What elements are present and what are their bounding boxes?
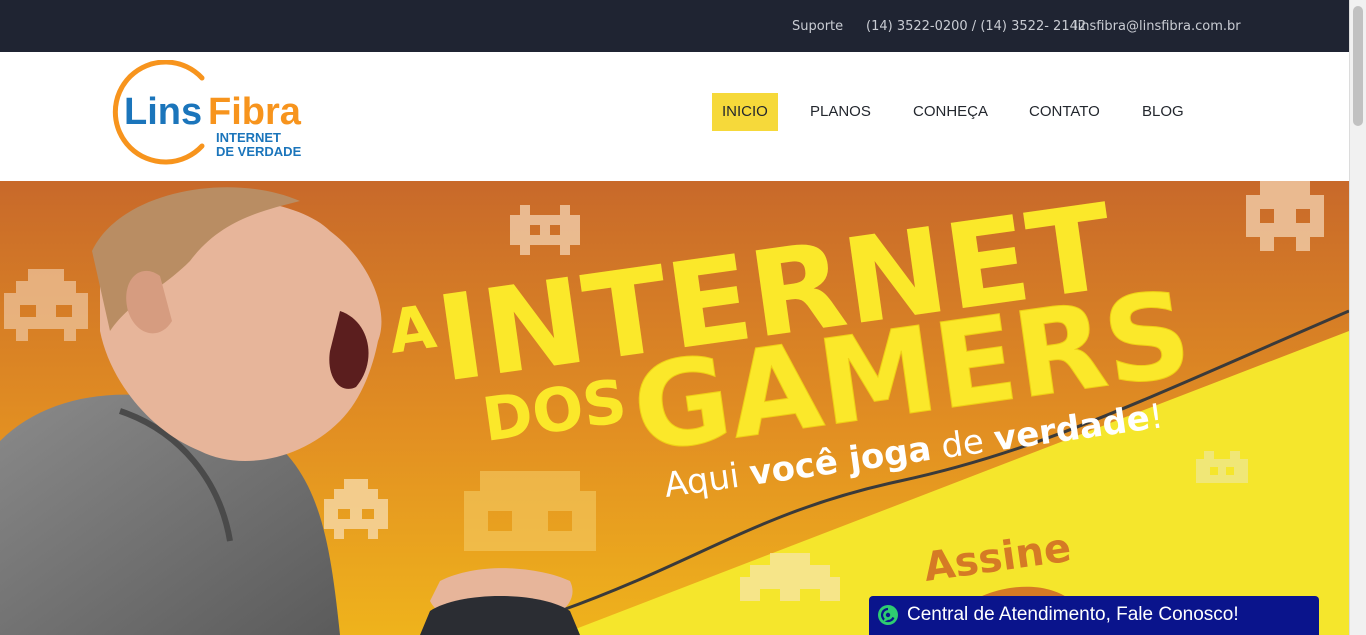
page-scrollbar[interactable] (1349, 0, 1366, 635)
nav-item-conheca[interactable]: CONHEÇA (903, 93, 998, 131)
logo-word-fibra: Fibra (208, 91, 302, 133)
site-logo[interactable]: Lins Fibra INTERNET DE VERDADE (110, 59, 325, 168)
logo-word-lins: Lins (124, 91, 202, 133)
phone-numbers: (14) 3522-0200 / (14) 3522- 2142 (866, 19, 1087, 34)
logo-tagline-line2: DE VERDADE (216, 144, 302, 159)
support-link[interactable]: Suporte (792, 19, 843, 34)
chat-widget-label: Central de Atendimento, Fale Conosco! (907, 604, 1239, 625)
space-invader-icon (464, 471, 596, 551)
nav-item-blog[interactable]: BLOG (1132, 93, 1194, 131)
support-chat-widget[interactable]: Central de Atendimento, Fale Conosco! (869, 596, 1319, 635)
site-header: Lins Fibra INTERNET DE VERDADE INICIO PL… (0, 52, 1366, 181)
nav-item-planos[interactable]: PLANOS (800, 93, 881, 131)
email-link[interactable]: linsfibra@linsfibra.com.br (1074, 19, 1241, 34)
nav-item-inicio[interactable]: INICIO (712, 93, 778, 131)
top-info-bar: Suporte (14) 3522-0200 / (14) 3522- 2142… (0, 0, 1366, 52)
logo-tagline-line1: INTERNET (216, 130, 281, 145)
chat-bubble-icon (877, 604, 899, 626)
scrollbar-thumb[interactable] (1353, 6, 1363, 126)
hero-banner[interactable]: A INTERNET DOS GAMERS Aqui você joga de … (0, 181, 1349, 635)
nav-item-contato[interactable]: CONTATO (1019, 93, 1110, 131)
